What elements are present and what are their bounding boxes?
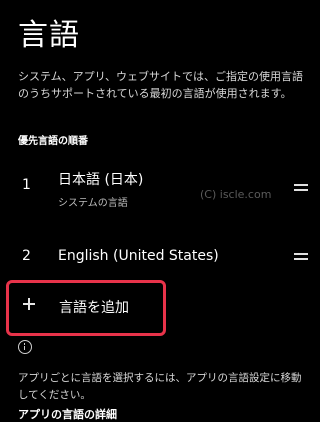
drag-handle-icon[interactable] xyxy=(294,184,308,191)
add-language-label: 言語を追加 xyxy=(59,300,129,316)
app-languages-link[interactable]: アプリの言語の詳細 xyxy=(18,406,117,422)
watermark: (C) iscle.com xyxy=(200,188,272,201)
drag-handle-icon[interactable] xyxy=(294,253,308,260)
language-index: 1 xyxy=(22,177,31,193)
page-title: 言語 xyxy=(18,18,80,53)
plus-icon xyxy=(23,298,35,310)
language-name: English (United States) xyxy=(58,248,219,264)
footer-text: アプリごとに言語を選択するには、アプリの言語設定に移動してください。 xyxy=(18,372,302,401)
info-icon xyxy=(18,340,32,354)
language-name: 日本語 (日本) xyxy=(58,172,144,188)
language-item-english[interactable]: 2 English (United States) xyxy=(0,238,320,274)
add-language-button[interactable]: 言語を追加 xyxy=(6,280,166,336)
page-description: システム、アプリ、ウェブサイトでは、ご指定の使用言語のうちサポートされている最初… xyxy=(18,70,304,100)
language-index: 2 xyxy=(22,248,31,264)
language-subtitle: システムの言語 xyxy=(58,198,128,209)
section-header: 優先言語の順番 xyxy=(18,136,88,147)
language-item-japanese[interactable]: 1 日本語 (日本) システムの言語 (C) iscle.com xyxy=(0,162,320,218)
